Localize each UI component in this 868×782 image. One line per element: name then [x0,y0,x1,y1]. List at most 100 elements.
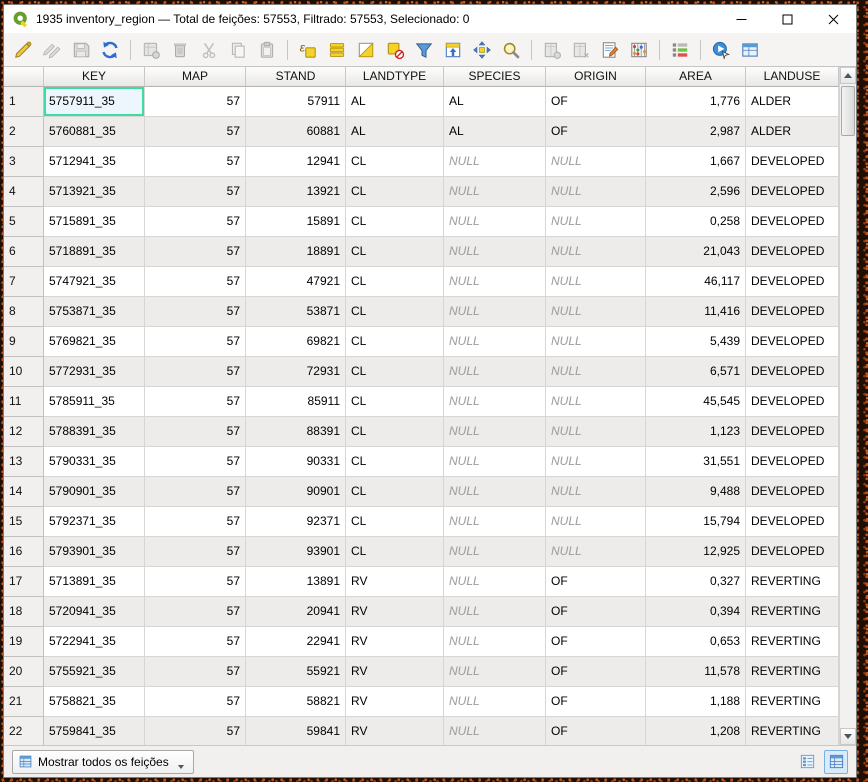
row-number[interactable]: 21 [4,687,44,717]
cell-origin[interactable]: NULL [546,267,646,297]
cell-origin[interactable]: OF [546,687,646,717]
cell-origin[interactable]: OF [546,717,646,745]
cell-stand[interactable]: 57911 [246,87,346,117]
cell-key[interactable]: 5759841_35 [44,717,145,745]
cell-key[interactable]: 5713891_35 [44,567,145,597]
cell-stand[interactable]: 59841 [246,717,346,745]
row-number[interactable]: 15 [4,507,44,537]
field-calculator-button[interactable] [626,37,652,63]
cell-area[interactable]: 11,416 [646,297,746,327]
feature-filter-button[interactable]: Mostrar todos os feições [12,750,194,774]
cell-origin[interactable]: NULL [546,237,646,267]
cell-species[interactable]: AL [444,117,546,147]
cell-area[interactable]: 0,394 [646,597,746,627]
cell-landuse[interactable]: DEVELOPED [746,387,839,417]
cell-landtype[interactable]: CL [346,357,444,387]
cell-key[interactable]: 5758821_35 [44,687,145,717]
cell-species[interactable]: NULL [444,417,546,447]
cell-key[interactable]: 5790901_35 [44,477,145,507]
column-header-key[interactable]: KEY [44,67,145,87]
row-number[interactable]: 13 [4,447,44,477]
cell-key[interactable]: 5720941_35 [44,597,145,627]
row-number[interactable]: 6 [4,237,44,267]
cell-area[interactable]: 0,258 [646,207,746,237]
cell-landtype[interactable]: CL [346,507,444,537]
cell-map[interactable]: 57 [145,537,246,567]
column-header-origin[interactable]: ORIGIN [546,67,646,87]
cell-area[interactable]: 0,653 [646,627,746,657]
cell-species[interactable]: NULL [444,717,546,745]
cell-origin[interactable]: OF [546,117,646,147]
invert-selection-button[interactable] [353,37,379,63]
cell-stand[interactable]: 13921 [246,177,346,207]
cell-map[interactable]: 57 [145,447,246,477]
cell-landuse[interactable]: REVERTING [746,627,839,657]
cell-area[interactable]: 9,488 [646,477,746,507]
cell-key[interactable]: 5715891_35 [44,207,145,237]
cell-landuse[interactable]: DEVELOPED [746,537,839,567]
cell-area[interactable]: 6,571 [646,357,746,387]
row-number[interactable]: 8 [4,297,44,327]
cell-stand[interactable]: 18891 [246,237,346,267]
cell-origin[interactable]: NULL [546,327,646,357]
conditional-formatting-button[interactable] [667,37,693,63]
cell-origin[interactable]: NULL [546,507,646,537]
cell-landuse[interactable]: REVERTING [746,687,839,717]
row-number[interactable]: 12 [4,417,44,447]
vertical-scrollbar[interactable] [839,67,856,745]
reload-table-button[interactable] [97,37,123,63]
cell-origin[interactable]: OF [546,657,646,687]
cell-species[interactable]: NULL [444,177,546,207]
cell-stand[interactable]: 90901 [246,477,346,507]
cell-area[interactable]: 11,578 [646,657,746,687]
cell-species[interactable]: NULL [444,627,546,657]
cell-map[interactable]: 57 [145,657,246,687]
cell-landtype[interactable]: CL [346,237,444,267]
cell-landuse[interactable]: DEVELOPED [746,297,839,327]
cell-area[interactable]: 12,925 [646,537,746,567]
cell-origin[interactable]: NULL [546,357,646,387]
cell-landuse[interactable]: DEVELOPED [746,507,839,537]
cell-map[interactable]: 57 [145,297,246,327]
cell-area[interactable]: 21,043 [646,237,746,267]
dock-table-button[interactable] [737,37,763,63]
close-button[interactable] [810,5,856,33]
cell-key[interactable]: 5785911_35 [44,387,145,417]
cell-landtype[interactable]: AL [346,117,444,147]
cell-map[interactable]: 57 [145,357,246,387]
cell-key[interactable]: 5793901_35 [44,537,145,567]
cell-origin[interactable]: NULL [546,177,646,207]
cell-area[interactable]: 31,551 [646,447,746,477]
cell-landuse[interactable]: DEVELOPED [746,357,839,387]
edit-expression-field-button[interactable] [597,37,623,63]
cell-landuse[interactable]: DEVELOPED [746,477,839,507]
cell-stand[interactable]: 90331 [246,447,346,477]
row-number[interactable]: 17 [4,567,44,597]
cell-landtype[interactable]: CL [346,387,444,417]
row-number[interactable]: 22 [4,717,44,745]
cell-stand[interactable]: 60881 [246,117,346,147]
cell-species[interactable]: NULL [444,567,546,597]
cell-key[interactable]: 5788391_35 [44,417,145,447]
cell-landtype[interactable]: AL [346,87,444,117]
cell-map[interactable]: 57 [145,117,246,147]
minimize-button[interactable] [718,5,764,33]
column-header-area[interactable]: AREA [646,67,746,87]
cell-species[interactable]: NULL [444,207,546,237]
cell-origin[interactable]: NULL [546,207,646,237]
cell-species[interactable]: NULL [444,267,546,297]
form-view-button[interactable] [795,750,819,774]
cell-landuse[interactable]: DEVELOPED [746,447,839,477]
cell-landtype[interactable]: CL [346,207,444,237]
cell-landtype[interactable]: CL [346,537,444,567]
cell-stand[interactable]: 12941 [246,147,346,177]
cell-stand[interactable]: 55921 [246,657,346,687]
column-header-stand[interactable]: STAND [246,67,346,87]
cell-landtype[interactable]: RV [346,567,444,597]
cell-landtype[interactable]: CL [346,177,444,207]
cell-origin[interactable]: OF [546,87,646,117]
move-selection-to-top-button[interactable] [440,37,466,63]
cell-key[interactable]: 5760881_35 [44,117,145,147]
cell-area[interactable]: 1,776 [646,87,746,117]
cell-landtype[interactable]: CL [346,267,444,297]
